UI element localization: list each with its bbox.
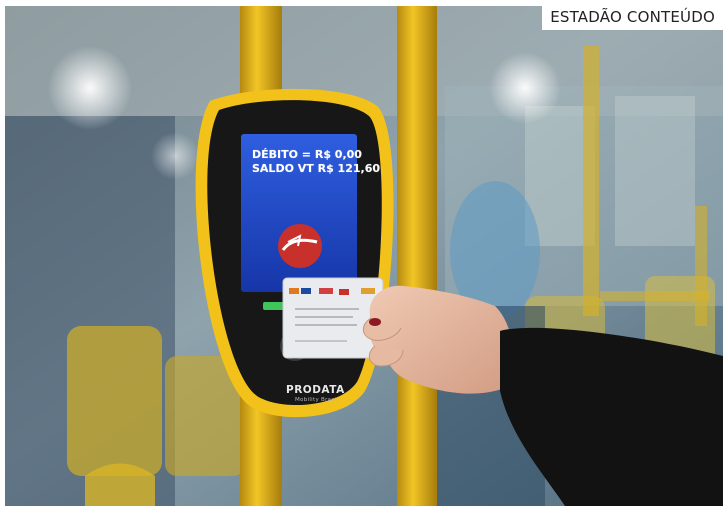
photo-scene: [5, 6, 723, 506]
photo-credit: ESTADÃO CONTEÚDO: [542, 4, 723, 30]
validator-brand: PRODATA: [286, 384, 345, 396]
screen-debit-line: DÉBITO = R$ 0,00: [252, 148, 362, 161]
bus-interior-photo: DÉBITO = R$ 0,00 SALDO VT R$ 121,60 PROD…: [5, 6, 723, 506]
validator-brand-sub: Mobility Brasil: [295, 397, 339, 403]
transit-card: [282, 277, 384, 359]
bus-pole-right: [397, 6, 437, 506]
screen-balance-line: SALDO VT R$ 121,60: [252, 162, 381, 175]
validator-screen-text: DÉBITO = R$ 0,00 SALDO VT R$ 121,60: [252, 148, 380, 176]
photo-frame: DÉBITO = R$ 0,00 SALDO VT R$ 121,60 PROD…: [0, 0, 727, 507]
